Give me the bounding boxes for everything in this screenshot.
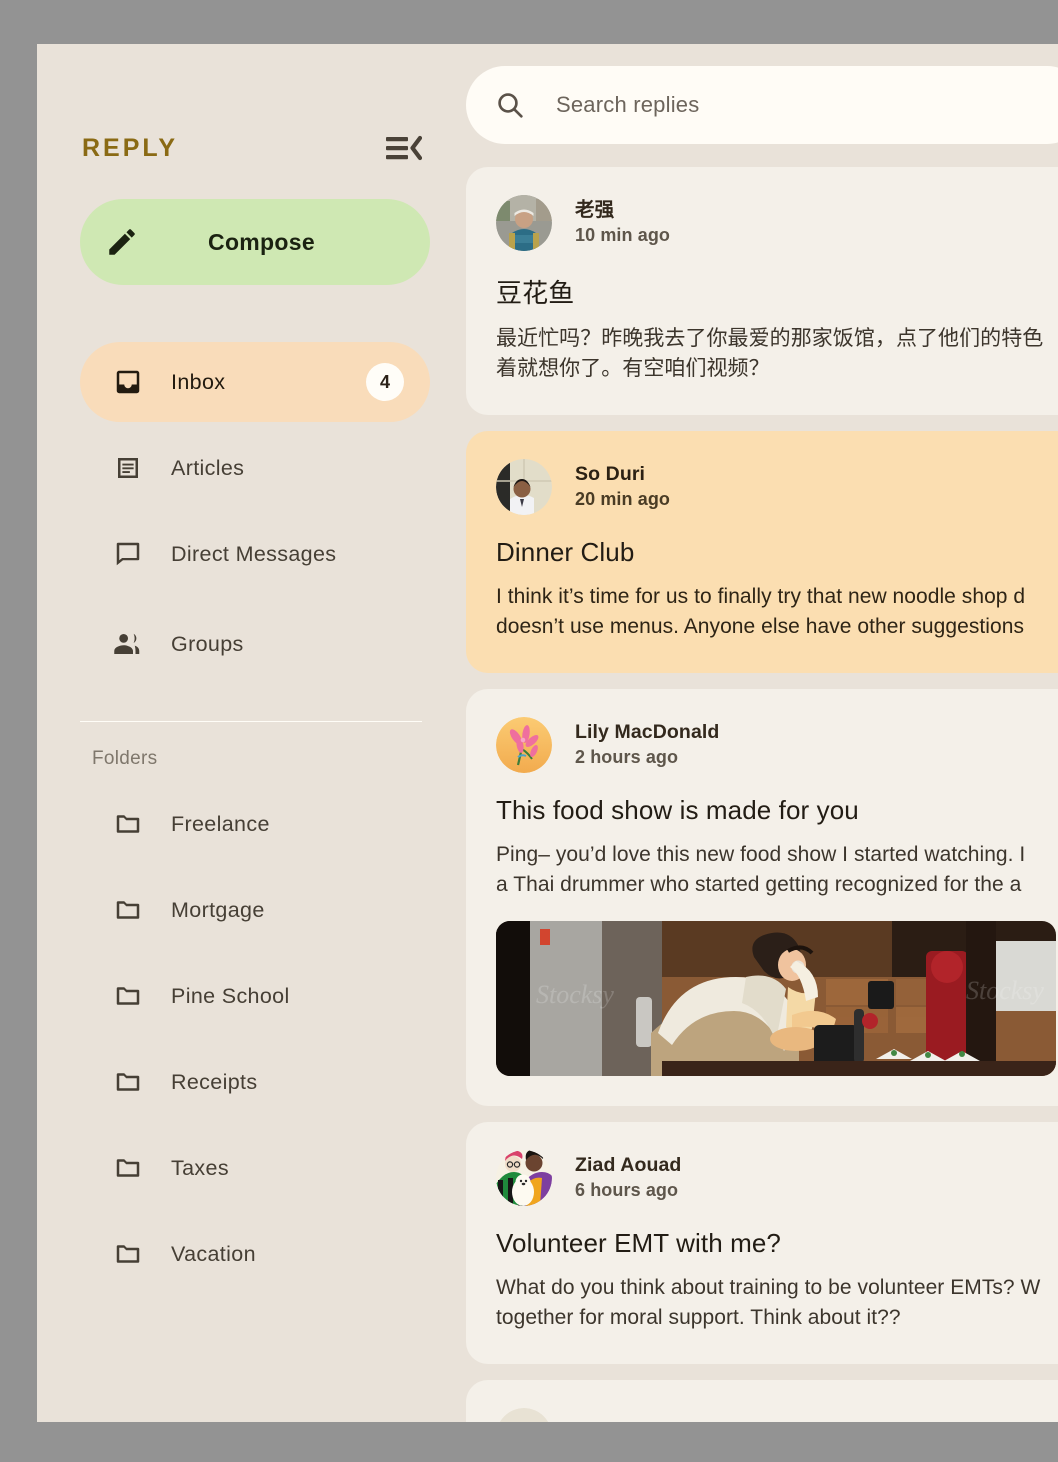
sidebar-item-label: Inbox (171, 369, 226, 394)
sidebar-folder-freelance[interactable]: Freelance (80, 788, 430, 860)
search-input[interactable]: Search replies (556, 92, 699, 118)
email-list-pane: Search replies 老强 10 min ago 豆花鱼 最近忙吗？昨晚… (466, 44, 1058, 1422)
email-list-item[interactable]: 老强 10 min ago 豆花鱼 最近忙吗？昨晚我去了你最爱的那家饭馆，点了他… (466, 167, 1058, 415)
email-list-item[interactable]: So Duri 20 min ago Dinner Club I think i… (466, 430, 1058, 673)
email-card-header: Lily MacDonald 2 hours ago (496, 716, 1058, 773)
email-list-item[interactable]: Lily MacDonald 2 hours ago This food sho… (466, 688, 1058, 1106)
sidebar-item-articles[interactable]: Articles (80, 428, 430, 508)
folder-nav: Freelance Mortgage Pine School Receipts … (61, 788, 442, 1290)
sender-name: Lily MacDonald (575, 720, 720, 743)
sidebar-item-label: Articles (171, 455, 245, 480)
folder-label: Freelance (171, 811, 270, 836)
email-subject: This food show is made for you (496, 794, 859, 825)
search-bar[interactable]: Search replies (466, 66, 1058, 144)
pencil-icon (105, 225, 139, 259)
email-card-meta: Lily MacDonald 2 hours ago (575, 720, 719, 770)
folder-icon (113, 1067, 143, 1097)
email-card-header: So Duri 20 min ago (496, 458, 1058, 515)
sidebar-divider (80, 721, 422, 722)
sender-time: 6 hours ago (575, 1180, 679, 1201)
folders-heading: Folders (92, 748, 158, 769)
reply-app-window: REPLY Compose Inbox 4 Articles Direct Me… (37, 44, 1058, 1422)
avatar (496, 716, 552, 773)
folder-icon (113, 895, 143, 925)
sender-time: 2 hours ago (575, 747, 679, 768)
folder-label: Taxes (171, 1155, 229, 1180)
chef-plating-food-photo[interactable]: Stocksy Stocksy (496, 920, 1056, 1076)
folder-icon (113, 809, 143, 839)
search-icon (494, 89, 526, 121)
folder-label: Pine School (171, 983, 290, 1008)
email-preview: Ping– you’d love this new food show I st… (496, 842, 1026, 897)
compose-button[interactable]: Compose (80, 199, 430, 285)
sender-name: Ziad Aouad (575, 1153, 682, 1176)
sender-name: 老强 (575, 199, 615, 222)
avatar (496, 458, 552, 515)
sidebar-header: REPLY (61, 118, 442, 178)
sender-time: 20 min ago (575, 489, 671, 510)
chat-bubble-icon (113, 539, 143, 569)
email-subject: Volunteer EMT with me? (496, 1227, 781, 1258)
email-card-header: 老强 10 min ago (496, 195, 1058, 251)
avatar (496, 1407, 552, 1422)
inbox-icon (113, 367, 143, 397)
menu-open-icon[interactable] (386, 135, 423, 161)
svg-text:Stocksy: Stocksy (536, 980, 614, 1009)
avatar (496, 195, 552, 251)
email-list: 老强 10 min ago 豆花鱼 最近忙吗？昨晚我去了你最爱的那家饭馆，点了他… (466, 167, 1058, 1422)
sidebar-item-groups[interactable]: Groups (80, 604, 430, 684)
app-brand-title: REPLY (82, 133, 179, 162)
email-card-header (496, 1407, 1058, 1422)
sidebar-item-label: Groups (171, 631, 244, 656)
email-subject: Dinner Club (496, 536, 635, 567)
article-icon (113, 453, 143, 483)
folder-label: Vacation (171, 1241, 256, 1266)
avatar (496, 1149, 552, 1206)
email-card-meta: 老强 10 min ago (575, 198, 670, 248)
sidebar-folder-taxes[interactable]: Taxes (80, 1132, 430, 1204)
sidebar-folder-mortgage[interactable]: Mortgage (80, 874, 430, 946)
folder-icon (113, 981, 143, 1011)
email-list-item[interactable]: Ziad Aouad 6 hours ago Volunteer EMT wit… (466, 1121, 1058, 1364)
email-preview: I think it’s time for us to finally try … (496, 584, 1026, 639)
sidebar-item-inbox[interactable]: Inbox 4 (80, 342, 430, 422)
compose-label: Compose (208, 228, 315, 255)
sidebar-folder-vacation[interactable]: Vacation (80, 1218, 430, 1290)
sender-name: So Duri (575, 462, 646, 485)
sidebar-folder-pine-school[interactable]: Pine School (80, 960, 430, 1032)
sidebar-item-label: Direct Messages (171, 541, 337, 566)
svg-text:Stocksy: Stocksy (966, 976, 1044, 1005)
folder-label: Mortgage (171, 897, 265, 922)
email-card-meta: So Duri 20 min ago (575, 462, 670, 512)
folder-label: Receipts (171, 1069, 258, 1094)
folder-icon (113, 1239, 143, 1269)
email-card-meta: Ziad Aouad 6 hours ago (575, 1153, 681, 1203)
sender-time: 10 min ago (575, 225, 671, 246)
people-icon (113, 629, 143, 659)
email-list-item-partial[interactable] (466, 1379, 1058, 1422)
sidebar-folder-receipts[interactable]: Receipts (80, 1046, 430, 1118)
email-subject: 豆花鱼 (496, 278, 575, 308)
email-preview: 最近忙吗？昨晚我去了你最爱的那家饭馆，点了他们的特色 着就想你了。有空咱们视频？ (496, 327, 1044, 381)
navigation-sidebar: REPLY Compose Inbox 4 Articles Direct Me… (37, 44, 466, 1422)
primary-nav: Inbox 4 Articles Direct Messages Groups (61, 342, 442, 684)
inbox-unread-badge: 4 (366, 363, 404, 401)
folder-icon (113, 1153, 143, 1183)
sidebar-item-direct-messages[interactable]: Direct Messages (80, 514, 430, 594)
email-card-header: Ziad Aouad 6 hours ago (496, 1149, 1058, 1206)
email-preview: What do you think about training to be v… (496, 1275, 1041, 1330)
